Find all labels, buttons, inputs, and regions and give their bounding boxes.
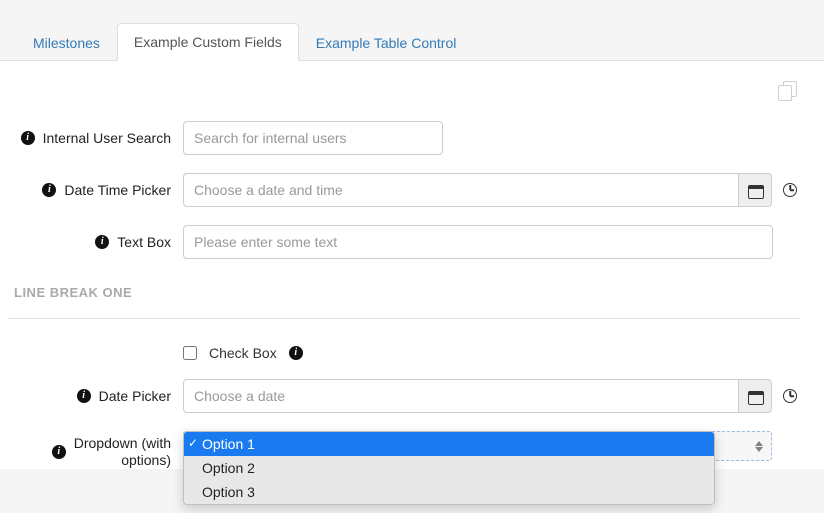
info-icon: i: [52, 445, 66, 459]
label-textbox: Text Box: [117, 234, 171, 250]
clock-icon[interactable]: [783, 389, 797, 403]
info-icon: i: [21, 131, 35, 145]
calendar-icon: [748, 389, 762, 403]
tab-custom-fields[interactable]: Example Custom Fields: [117, 23, 299, 61]
label-dropdown: Dropdown (with options): [74, 435, 171, 469]
textbox-input[interactable]: [183, 225, 773, 259]
copy-icon[interactable]: [778, 81, 800, 103]
dropdown-option[interactable]: Option 3: [184, 480, 714, 504]
calendar-button[interactable]: [738, 173, 772, 207]
divider: [8, 318, 800, 319]
chevron-updown-icon: [755, 437, 767, 455]
label-checkbox: Check Box: [209, 345, 277, 361]
dropdown-option[interactable]: Option 1: [184, 432, 714, 456]
info-icon: i: [77, 389, 91, 403]
label-datetime: Date Time Picker: [64, 182, 171, 198]
user-search-input[interactable]: [183, 121, 443, 155]
section-break: LINE BREAK ONE: [8, 277, 800, 308]
dropdown-option[interactable]: Option 2: [184, 456, 714, 480]
tab-table-control[interactable]: Example Table Control: [299, 24, 474, 61]
info-icon: i: [289, 346, 303, 360]
form-panel: i Internal User Search i Date Time Picke…: [0, 61, 824, 469]
datetime-input[interactable]: [183, 173, 738, 207]
info-icon: i: [42, 183, 56, 197]
info-icon: i: [95, 235, 109, 249]
dropdown-listbox: Option 1 Option 2 Option 3: [183, 431, 715, 505]
calendar-button[interactable]: [738, 379, 772, 413]
tab-milestones[interactable]: Milestones: [16, 24, 117, 61]
datepicker-input[interactable]: [183, 379, 738, 413]
tab-bar: Milestones Example Custom Fields Example…: [0, 0, 824, 61]
clock-icon[interactable]: [783, 183, 797, 197]
checkbox-input[interactable]: [183, 346, 197, 360]
label-datepicker: Date Picker: [99, 388, 171, 404]
calendar-icon: [748, 183, 762, 197]
label-user-search: Internal User Search: [43, 130, 171, 146]
